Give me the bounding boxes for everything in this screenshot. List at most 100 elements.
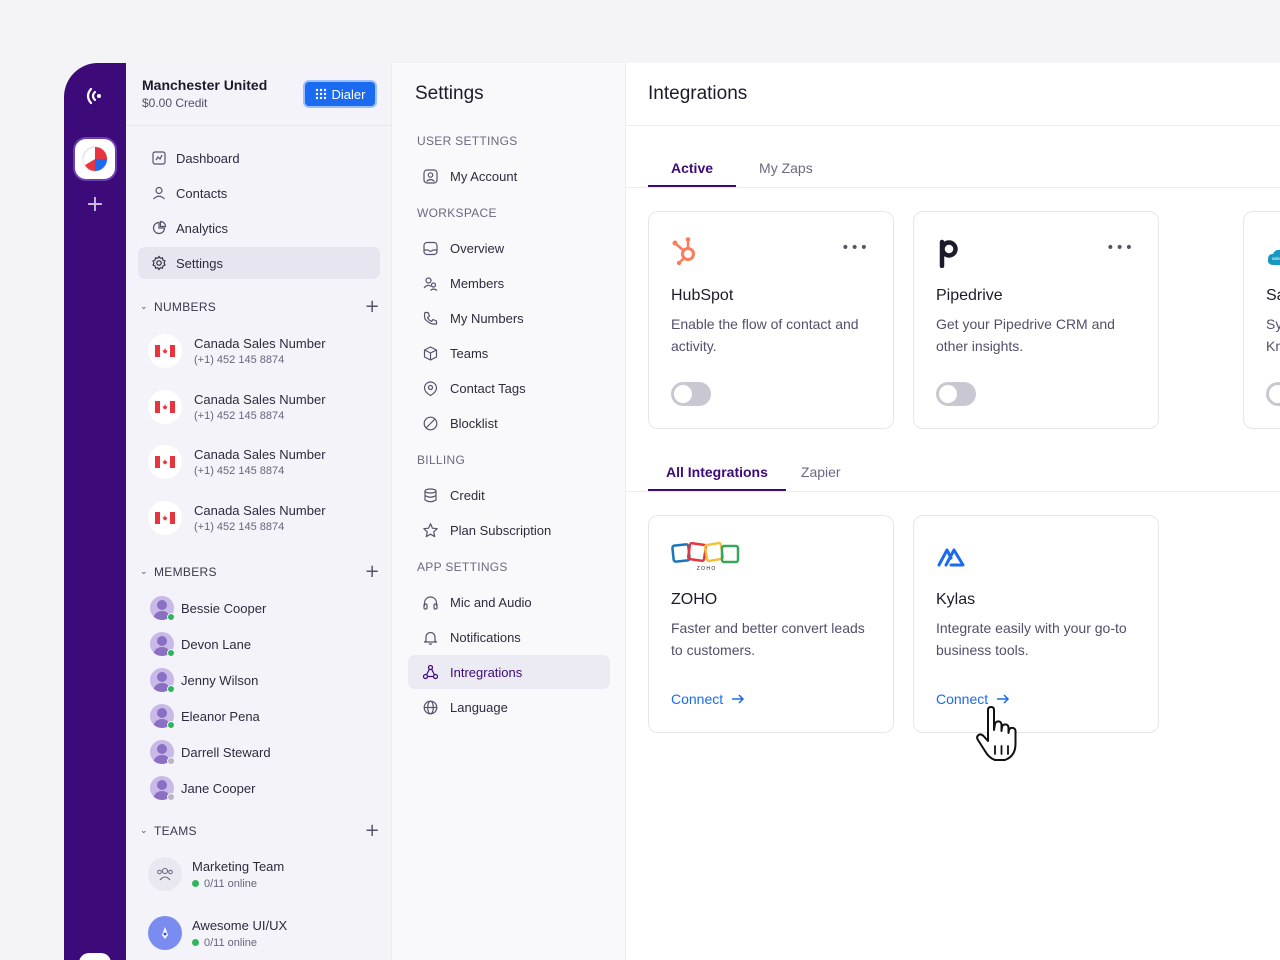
member-item[interactable]: Darrell Steward — [150, 739, 271, 765]
online-status-dot — [192, 880, 199, 887]
add-team-icon[interactable]: + — [365, 822, 380, 840]
member-item[interactable]: Bessie Cooper — [150, 595, 266, 621]
canada-flag-icon — [148, 334, 182, 368]
settings-blocklist[interactable]: Blocklist — [408, 406, 610, 440]
integration-icon — [422, 664, 439, 679]
settings-my-account[interactable]: My Account — [408, 159, 610, 193]
section-title: NUMBERS — [154, 300, 217, 314]
integration-card-kylas[interactable]: Kylas Integrate easily with your go-to b… — [913, 515, 1159, 733]
settings-item-label: Intregrations — [450, 664, 523, 680]
member-item[interactable]: Devon Lane — [150, 631, 251, 657]
member-item[interactable]: Jane Cooper — [150, 775, 255, 801]
add-workspace-icon[interactable]: + — [85, 194, 105, 216]
tab-all-integrations[interactable]: All Integrations — [648, 463, 786, 491]
number-name: Canada Sales Number — [194, 503, 326, 518]
settings-item-label: Notifications — [450, 629, 521, 645]
section-label: BILLING — [417, 453, 466, 467]
inbox-icon — [423, 241, 438, 255]
settings-integrations[interactable]: Intregrations — [408, 655, 610, 689]
number-item[interactable]: Canada Sales Number (+1) 452 145 8874 — [148, 331, 378, 371]
settings-language[interactable]: Language — [408, 690, 610, 724]
online-status-dot — [167, 649, 175, 657]
chevron-down-icon: ⌄ — [140, 826, 148, 836]
settings-credit[interactable]: Credit — [408, 478, 610, 512]
tab-my-zaps[interactable]: My Zaps — [736, 159, 836, 187]
integration-card-pipedrive[interactable]: ••• Pipedrive Get your Pipedrive CRM and… — [913, 211, 1159, 429]
keypad-icon — [315, 88, 326, 100]
number-item[interactable]: Canada Sales Number (+1) 452 145 8874 — [148, 442, 378, 482]
profile-avatar[interactable] — [79, 953, 111, 960]
integration-card-zoho[interactable]: Z O H O ZOHO Faster and better convert l… — [648, 515, 894, 733]
settings-contact-tags[interactable]: Contact Tags — [408, 371, 610, 405]
connect-link[interactable]: Connect — [671, 691, 745, 707]
card-description: Get your Pipedrive CRM and other insight… — [936, 316, 1115, 354]
integration-card-hubspot[interactable]: ••• HubSpot Enable the flow of contact a… — [648, 211, 894, 429]
cube-icon — [423, 345, 438, 361]
settings-mic-audio[interactable]: Mic and Audio — [408, 585, 610, 619]
pipedrive-logo-icon — [939, 239, 958, 268]
settings-item-label: Plan Subscription — [450, 522, 552, 538]
workspace-avatar[interactable] — [75, 139, 115, 179]
card-title: Salesforce — [1266, 287, 1280, 304]
add-number-icon[interactable]: + — [365, 298, 380, 316]
team-item[interactable]: Awesome UI/UX 0/11 online — [148, 916, 287, 950]
number-item[interactable]: Canada Sales Number (+1) 452 145 8874 — [148, 498, 378, 538]
account-icon — [423, 168, 438, 184]
settings-teams[interactable]: Teams — [408, 336, 610, 370]
enable-toggle[interactable] — [671, 382, 711, 406]
settings-my-numbers[interactable]: My Numbers — [408, 301, 610, 335]
tag-icon — [423, 380, 438, 396]
section-title: TEAMS — [154, 824, 197, 838]
integration-card-salesforce[interactable]: salesforce Salesforce Sync contac KrispC… — [1243, 211, 1280, 429]
settings-item-label: My Numbers — [450, 310, 524, 326]
more-options-icon[interactable]: ••• — [1106, 240, 1134, 256]
divider — [626, 125, 1280, 126]
hand-cursor-icon — [976, 706, 1017, 761]
numbers-section-header[interactable]: ⌄ NUMBERS + — [140, 298, 380, 316]
block-icon — [423, 416, 438, 430]
account-info[interactable]: Manchester United $0.00 Credit — [142, 77, 267, 110]
bell-icon — [423, 631, 438, 645]
nav-analytics[interactable]: Analytics — [138, 212, 380, 244]
team-item[interactable]: Marketing Team 0/11 online — [148, 857, 284, 891]
enable-toggle[interactable] — [1266, 382, 1280, 406]
app-window: + Manchester United $0.00 Credit Dialer … — [64, 63, 1280, 960]
number-phone: (+1) 452 145 8874 — [194, 465, 285, 477]
tab-zapier[interactable]: Zapier — [786, 463, 856, 491]
online-status-dot — [167, 613, 175, 621]
connect-link[interactable]: Connect — [936, 691, 1010, 707]
active-tabs: Active My Zaps — [648, 159, 836, 187]
teams-section-header[interactable]: ⌄ TEAMS + — [140, 822, 380, 840]
settings-members[interactable]: Members — [408, 266, 610, 300]
nav-settings[interactable]: Settings — [138, 247, 380, 279]
offline-status-dot — [167, 793, 175, 801]
offline-status-dot — [167, 757, 175, 765]
member-name: Eleanor Pena — [181, 708, 260, 724]
dialer-button[interactable]: Dialer — [303, 80, 377, 108]
chevron-down-icon: ⌄ — [140, 302, 148, 312]
settings-notifications[interactable]: Notifications — [408, 620, 610, 654]
nav-dashboard[interactable]: Dashboard — [138, 142, 380, 174]
member-name: Jenny Wilson — [181, 672, 259, 688]
salesforce-logo-icon: salesforce — [1267, 249, 1280, 265]
card-title: Pipedrive — [936, 287, 1003, 304]
tab-active[interactable]: Active — [648, 159, 737, 187]
zoho-logo-text: Z O H O — [697, 566, 716, 572]
members-section-header[interactable]: ⌄ MEMBERS + — [140, 563, 380, 581]
settings-overview[interactable]: Overview — [408, 231, 610, 265]
settings-plan-subscription[interactable]: Plan Subscription — [408, 513, 610, 547]
globe-icon — [423, 700, 438, 714]
add-member-icon[interactable]: + — [365, 563, 380, 581]
users-icon — [423, 276, 438, 291]
nav-contacts[interactable]: Contacts — [138, 177, 380, 209]
kylas-logo-icon — [937, 548, 965, 567]
number-item[interactable]: Canada Sales Number (+1) 452 145 8874 — [148, 387, 378, 427]
canada-flag-icon — [148, 501, 182, 535]
account-credit: $0.00 Credit — [142, 96, 208, 110]
member-item[interactable]: Eleanor Pena — [150, 703, 260, 729]
more-options-icon[interactable]: ••• — [841, 240, 869, 256]
connect-label: Connect — [671, 691, 724, 707]
enable-toggle[interactable] — [936, 382, 976, 406]
member-item[interactable]: Jenny Wilson — [150, 667, 258, 693]
section-label: WORKSPACE — [417, 206, 497, 220]
